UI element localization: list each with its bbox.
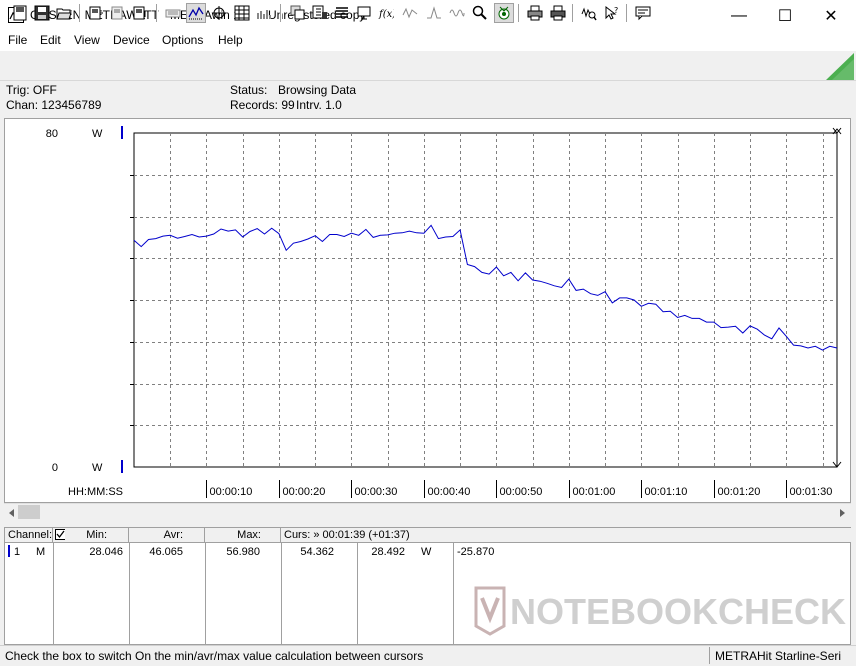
x-tick-label: 00:01:00 <box>573 486 616 498</box>
print-preview-icon[interactable] <box>548 3 568 23</box>
status-value: Browsing Data <box>278 83 357 97</box>
interval-value: Intrv. 1.0 <box>296 98 342 112</box>
menu-help[interactable]: Help <box>215 33 246 47</box>
records-count: Records: 99 <box>230 98 295 112</box>
channel-status: Chan: 123456789 <box>6 98 102 112</box>
minimize-button[interactable]: — <box>716 0 762 31</box>
y-min-marker <box>121 460 123 473</box>
y-max-marker <box>121 126 123 139</box>
new-file-icon[interactable] <box>10 3 30 23</box>
x-tick-label: 00:00:50 <box>500 486 543 498</box>
channel-number: 1 <box>14 546 21 558</box>
list-icon[interactable] <box>332 3 352 23</box>
avr-header: Avr: <box>129 528 205 543</box>
menu-edit[interactable]: Edit <box>37 33 64 47</box>
help-cursor-icon[interactable]: ? <box>602 3 622 23</box>
y-unit-label: W <box>92 462 103 474</box>
save-icon[interactable] <box>32 3 52 23</box>
min-header: Min: <box>65 528 129 543</box>
target-icon[interactable] <box>494 3 514 23</box>
chart-grid <box>133 132 838 468</box>
copy-icon[interactable] <box>288 3 308 23</box>
x-tick-label: 00:01:20 <box>718 486 761 498</box>
wave-icon[interactable] <box>447 3 467 23</box>
status-bar: Check the box to switch On the min/avr/m… <box>0 645 856 666</box>
function-icon[interactable]: f(x) <box>376 3 396 23</box>
stats-checkbox-cell <box>53 528 66 543</box>
close-button[interactable]: ✕ <box>808 0 854 31</box>
bar-view-icon[interactable] <box>254 3 274 23</box>
menu-file[interactable]: File <box>5 33 30 47</box>
y-unit-label: W <box>92 128 103 140</box>
keyboard-icon[interactable] <box>163 3 183 23</box>
channel-header: Channel: <box>5 528 53 543</box>
zoom-signal-icon[interactable] <box>579 3 599 23</box>
x-tick-label: 00:00:10 <box>210 486 253 498</box>
device-name: METRAHit Starline-Seri <box>715 649 842 663</box>
menu-options[interactable]: Options <box>159 33 206 47</box>
open-folder-icon[interactable] <box>54 3 74 23</box>
channel-color-marker <box>8 545 10 557</box>
monitor-icon[interactable] <box>354 3 374 23</box>
trigger-icon[interactable] <box>424 3 444 23</box>
line-view-icon[interactable] <box>186 3 206 23</box>
x-axis-label: HH:MM:SS <box>68 486 123 498</box>
device-read-icon[interactable] <box>86 3 106 23</box>
cursor2-value: 28.492 <box>371 546 405 558</box>
activity-indicator-icon <box>826 53 854 80</box>
menu-view[interactable]: View <box>71 33 103 47</box>
cursor-header: Curs: » 00:01:39 (+01:37) <box>281 528 851 543</box>
channel-mode: M <box>36 546 46 558</box>
max-header: Max: <box>205 528 281 543</box>
crosshair-icon[interactable] <box>209 3 229 23</box>
x-tick-label: 00:00:20 <box>283 486 326 498</box>
y-tick-label: 80 <box>46 128 58 140</box>
zoom-icon[interactable] <box>470 3 490 23</box>
scroll-left-icon[interactable] <box>6 507 18 519</box>
power-chart[interactable]: 80 W 0 W HH:MM:SS 00:00:10 00:00:20 00:00:30 00:… <box>4 118 851 503</box>
export-icon[interactable] <box>310 3 330 23</box>
menu-device[interactable]: Device <box>110 33 153 47</box>
cursor-top-arrow <box>832 127 842 135</box>
maximize-button[interactable]: ☐ <box>762 0 808 31</box>
chart-horizontal-scrollbar[interactable] <box>4 503 851 521</box>
min-value: 28.046 <box>89 546 123 558</box>
svg-text:?: ? <box>614 6 618 15</box>
unit-label: W <box>421 546 432 558</box>
avr-value: 46.065 <box>149 546 183 558</box>
x-tick-label: 00:00:40 <box>428 486 471 498</box>
signal-icon[interactable] <box>400 3 420 23</box>
delta-value: -25.870 <box>457 546 495 558</box>
plot-frame <box>133 132 838 468</box>
scrollbar-thumb[interactable] <box>18 505 40 519</box>
max-value: 56.980 <box>226 546 260 558</box>
watermark-logo: NOTEBOOKCHECK <box>474 586 846 636</box>
scroll-right-icon[interactable] <box>836 507 848 519</box>
x-tick-label: 00:00:30 <box>355 486 398 498</box>
cursor1-value: 54.362 <box>300 546 334 558</box>
svg-text:f(x): f(x) <box>378 9 394 20</box>
x-tick-label: 00:01:10 <box>645 486 688 498</box>
status-label: Status: <box>230 83 268 97</box>
menu-bar: File Edit View Device Options Help <box>0 31 856 51</box>
device-stop-icon[interactable] <box>108 3 128 23</box>
y-tick-label: 0 <box>52 462 58 474</box>
print-icon[interactable] <box>525 3 545 23</box>
status-hint: Check the box to switch On the min/avr/m… <box>5 649 424 663</box>
x-tick-label: 00:01:30 <box>790 486 833 498</box>
message-icon[interactable] <box>633 3 653 23</box>
trigger-status: Trig: OFF <box>6 83 57 97</box>
device-config-icon[interactable] <box>130 3 150 23</box>
table-view-icon[interactable] <box>232 3 252 23</box>
toolbar <box>0 52 856 81</box>
watermark-text: NOTEBOOKCHECK <box>510 591 846 632</box>
